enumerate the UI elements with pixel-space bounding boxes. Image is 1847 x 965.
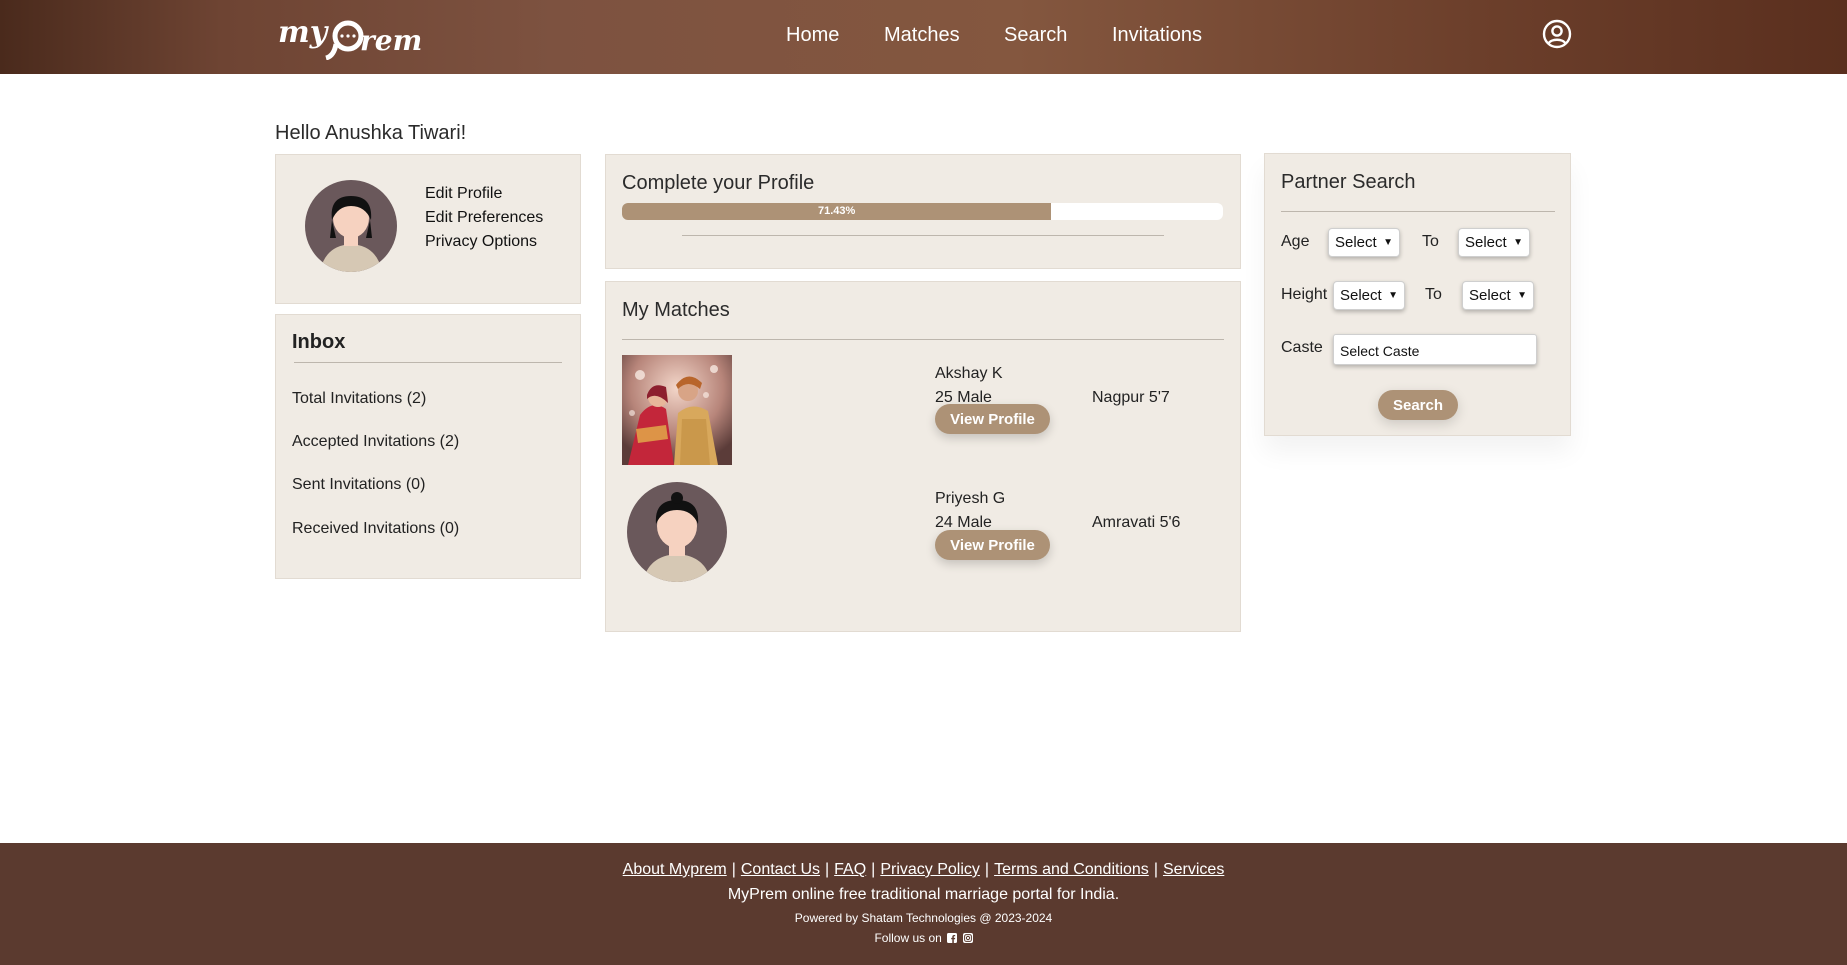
- partner-search-title: Partner Search: [1281, 171, 1416, 193]
- view-profile-button[interactable]: View Profile: [935, 404, 1050, 434]
- profile-avatar-icon: [305, 180, 397, 272]
- footer: About Myprem | Contact Us | FAQ | Privacy Poli…: [0, 843, 1847, 965]
- separator: |: [1153, 861, 1158, 878]
- to-label: To: [1422, 233, 1439, 250]
- privacy-options-link[interactable]: Privacy Options: [425, 230, 543, 254]
- select-value: Select: [1340, 287, 1382, 304]
- divider: [1281, 211, 1555, 212]
- profile-progress-bar: 71.43%: [622, 203, 1223, 220]
- top-navbar: my rem Home Matches Search Invitations: [0, 0, 1847, 74]
- follow-us: Follow us on: [0, 931, 1847, 945]
- separator: |: [825, 861, 830, 878]
- caste-label: Caste: [1281, 339, 1323, 356]
- privacy-policy-link[interactable]: Privacy Policy: [880, 861, 980, 878]
- divider: [294, 362, 562, 363]
- to-label: To: [1425, 286, 1442, 303]
- footer-links: About Myprem | Contact Us | FAQ | Privacy Poli…: [0, 861, 1847, 879]
- facebook-icon[interactable]: [947, 933, 958, 943]
- terms-link[interactable]: Terms and Conditions: [994, 861, 1149, 878]
- profile-card: Edit Profile Edit Preferences Privacy Op…: [275, 154, 581, 304]
- nav-invitations[interactable]: Invitations: [1112, 24, 1202, 47]
- height-from-select[interactable]: Select ▼: [1333, 281, 1405, 310]
- caste-select[interactable]: Select Caste: [1333, 334, 1537, 365]
- edit-preferences-link[interactable]: Edit Preferences: [425, 206, 543, 230]
- complete-profile-card: Complete your Profile 71.43%: [605, 154, 1241, 269]
- edit-profile-link[interactable]: Edit Profile: [425, 182, 543, 206]
- select-value: Select: [1469, 287, 1511, 304]
- inbox-title: Inbox: [292, 331, 346, 353]
- user-account-icon[interactable]: [1542, 19, 1572, 49]
- height-label: Height: [1281, 286, 1328, 303]
- svg-text:rem: rem: [360, 24, 422, 57]
- age-label: Age: [1281, 233, 1310, 250]
- avatar-icon[interactable]: [622, 480, 732, 590]
- faq-link[interactable]: FAQ: [834, 861, 866, 878]
- my-matches-title: My Matches: [622, 299, 730, 321]
- contact-link[interactable]: Contact Us: [741, 861, 820, 878]
- accepted-invitations-link[interactable]: Accepted Invitations (2): [292, 433, 459, 451]
- services-link[interactable]: Services: [1163, 861, 1224, 878]
- match-name: Priyesh G: [935, 490, 1006, 507]
- select-value: Select: [1465, 234, 1507, 251]
- height-to-select[interactable]: Select ▼: [1462, 281, 1534, 310]
- separator: |: [871, 861, 876, 878]
- age-from-select[interactable]: Select ▼: [1328, 228, 1400, 257]
- total-invitations-link[interactable]: Total Invitations (2): [292, 390, 426, 408]
- profile-progress-fill: 71.43%: [622, 203, 1052, 220]
- age-to-select[interactable]: Select ▼: [1458, 228, 1530, 257]
- select-value: Select: [1335, 234, 1377, 251]
- sent-invitations-link[interactable]: Sent Invitations (0): [292, 476, 425, 494]
- my-matches-card: My Matches Akshay K 25 Male Nagpur 5'7 V…: [605, 281, 1241, 632]
- nav-home[interactable]: Home: [786, 24, 839, 47]
- match-name: Akshay K: [935, 365, 1003, 382]
- couple-photo[interactable]: [622, 355, 732, 465]
- chevron-down-icon: ▼: [1513, 237, 1523, 248]
- divider: [622, 339, 1224, 340]
- svg-text:my: my: [278, 15, 330, 50]
- complete-profile-title: Complete your Profile: [622, 172, 815, 194]
- chevron-down-icon: ▼: [1517, 290, 1527, 301]
- separator: |: [731, 861, 736, 878]
- nav-search[interactable]: Search: [1004, 24, 1067, 47]
- profile-links: Edit Profile Edit Preferences Privacy Op…: [425, 182, 543, 254]
- nav-matches[interactable]: Matches: [884, 24, 960, 47]
- inbox-card: Inbox Total Invitations (2) Accepted Inv…: [275, 314, 581, 579]
- chevron-down-icon: ▼: [1383, 237, 1393, 248]
- partner-search-card: Partner Search Age Select ▼ To Select ▼ He…: [1264, 153, 1571, 436]
- divider: [682, 235, 1164, 236]
- search-button[interactable]: Search: [1378, 390, 1458, 420]
- myprem-logo[interactable]: my rem: [278, 12, 423, 60]
- about-link[interactable]: About Myprem: [623, 861, 727, 878]
- received-invitations-link[interactable]: Received Invitations (0): [292, 520, 459, 538]
- separator: |: [984, 861, 990, 878]
- powered-by-text: Powered by Shatam Technologies @ 2023-20…: [794, 911, 1053, 925]
- view-profile-button[interactable]: View Profile: [935, 530, 1050, 560]
- greeting-text: Hello Anushka Tiwari!: [275, 122, 467, 144]
- match-location-height: Amravati 5'6: [1092, 514, 1181, 531]
- chevron-down-icon: ▼: [1388, 290, 1398, 301]
- footer-tagline: MyPrem online free traditional marriage …: [727, 886, 1120, 903]
- instagram-icon[interactable]: [962, 933, 973, 943]
- follow-us-label: Follow us on: [874, 931, 942, 945]
- match-location-height: Nagpur 5'7: [1092, 389, 1170, 406]
